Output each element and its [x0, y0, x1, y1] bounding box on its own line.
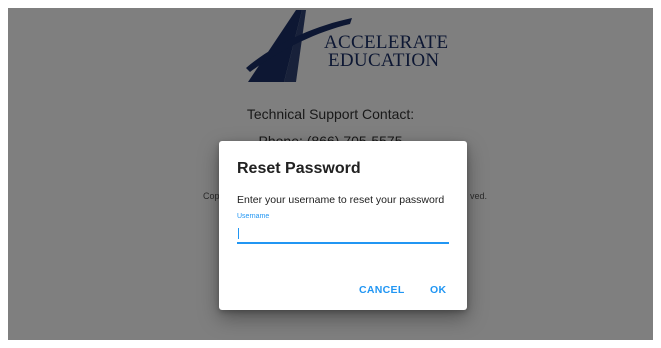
- text-caret: [238, 228, 239, 239]
- username-label: Username: [237, 213, 270, 220]
- dialog-title: Reset Password: [237, 160, 361, 177]
- ok-button[interactable]: OK: [424, 280, 452, 300]
- dialog-description: Enter your username to reset your passwo…: [237, 194, 445, 206]
- cancel-button[interactable]: CANCEL: [353, 280, 411, 300]
- reset-password-dialog: Reset Password Enter your username to re…: [219, 141, 467, 310]
- username-input[interactable]: [237, 224, 449, 244]
- username-field: Username: [237, 213, 449, 245]
